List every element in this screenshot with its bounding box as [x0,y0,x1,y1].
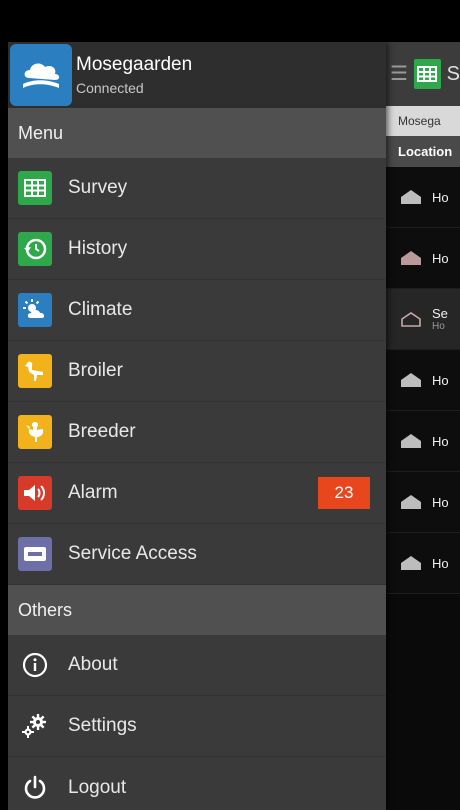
list-item-label: Ho [432,189,449,205]
menu-item-label: Climate [68,299,133,320]
house-outline-icon [401,312,421,327]
list-item[interactable]: Se Ho [386,289,460,350]
list-item-label: Ho [432,250,449,266]
list-item[interactable]: Ho [386,350,460,411]
cloud-logo-icon [10,44,72,106]
grid-icon [413,59,441,89]
house-icon [401,495,421,509]
list-item-label: Ho [432,372,449,388]
connection-status: Connected [76,80,144,96]
broiler-icon [18,354,52,388]
hamburger-icon[interactable]: ☰ [390,64,408,84]
info-icon [18,648,52,682]
menu-item-label: History [68,238,128,259]
gear-icon [18,709,52,743]
menu-item-label: Settings [68,715,137,736]
list-item[interactable]: Ho [386,411,460,472]
app-title: Mosegaarden [76,54,193,75]
menu-item-broiler[interactable]: Broiler [8,341,386,402]
service-icon [18,537,52,571]
menu-item-survey[interactable]: Survey [8,158,386,219]
navigation-drawer: Mosegaarden Connected Menu Survey Histor… [8,42,386,810]
house-icon [401,373,421,387]
background-app: ☰ S Mosega Location Ho Ho Se Ho Ho Ho Ho… [386,42,460,810]
breeder-icon [18,415,52,449]
house-icon [401,251,421,265]
bg-site-label: Mosega [386,106,460,136]
bg-title: S [446,62,460,85]
list-item-label: Ho [432,494,449,510]
list-item[interactable]: Ho [386,533,460,594]
list-item[interactable]: Ho [386,228,460,289]
drawer-header: Mosegaarden Connected [8,42,386,108]
menu-item-label: About [68,654,118,675]
house-icon [401,434,421,448]
menu-item-settings[interactable]: Settings [8,696,386,757]
list-item-label: Ho [432,433,449,449]
bg-toolbar: ☰ S [386,42,460,106]
house-icon [401,190,421,204]
bg-list-header: Location [386,136,460,167]
menu-item-alarm[interactable]: Alarm 23 [8,463,386,524]
menu-item-breeder[interactable]: Breeder [8,402,386,463]
menu-item-about[interactable]: About [8,635,386,696]
section-header-menu: Menu [8,108,386,158]
power-icon [18,771,52,805]
menu-item-history[interactable]: History [8,219,386,280]
menu-item-logout[interactable]: Logout [8,757,386,810]
history-icon [18,232,52,266]
grid-icon [18,171,52,205]
menu-item-label: Breeder [68,421,136,442]
list-item-label: Ho [432,555,449,571]
list-item[interactable]: Ho [386,472,460,533]
list-item-sublabel: Ho [432,321,445,332]
menu-item-label: Logout [68,776,127,798]
menu-item-label: Alarm [68,482,118,503]
screen: ☰ S Mosega Location Ho Ho Se Ho Ho Ho Ho… [0,0,460,810]
menu-item-label: Broiler [68,360,123,381]
menu-item-climate[interactable]: Climate [8,280,386,341]
menu-item-service-access[interactable]: Service Access [8,524,386,585]
climate-icon [18,293,52,327]
section-header-others: Others [8,585,386,635]
house-icon [401,556,421,570]
alarm-icon [18,476,52,510]
menu-item-label: Service Access [68,543,197,564]
list-item[interactable]: Ho [386,167,460,228]
alarm-count-badge: 23 [318,477,370,509]
list-item-label: Se [432,306,448,321]
menu-item-label: Survey [68,177,128,198]
